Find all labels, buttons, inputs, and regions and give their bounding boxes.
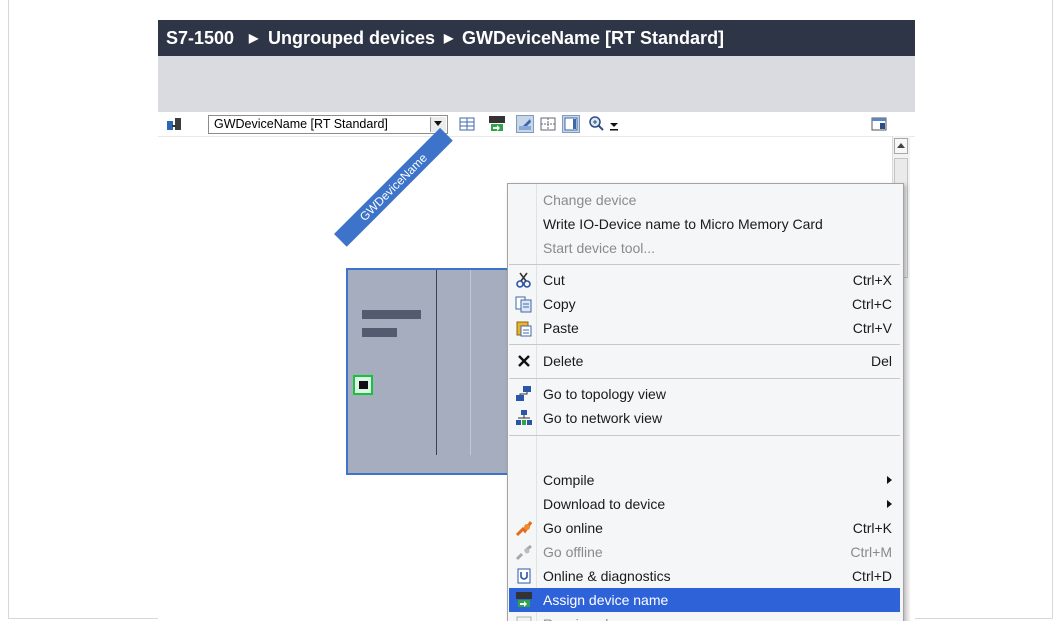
properties-panel-icon[interactable]: [870, 115, 888, 133]
device-module[interactable]: [346, 268, 516, 475]
header-band: [158, 56, 915, 112]
device-view-icon[interactable]: [165, 115, 183, 133]
menu-item-go-online[interactable]: Go online Ctrl+K: [509, 516, 900, 540]
scroll-up-icon[interactable]: [894, 138, 908, 154]
network-view-icon: [515, 409, 533, 427]
menu-item-delete[interactable]: Delete Del: [509, 349, 900, 373]
device-select-dropdown[interactable]: GWDeviceName [RT Standard]: [208, 115, 448, 134]
breadcrumb-separator-icon: ▶: [444, 31, 454, 45]
menu-item-cut[interactable]: Cut Ctrl+X: [509, 268, 900, 292]
device-select-value: GWDeviceName [RT Standard]: [214, 117, 388, 131]
menu-separator: [509, 264, 900, 265]
zoom-icon[interactable]: [588, 115, 606, 133]
breadcrumb: S7-1500 ▶ Ungrouped devices ▶ GWDeviceNa…: [158, 20, 915, 56]
breadcrumb-item-group[interactable]: Ungrouped devices: [268, 20, 435, 56]
menu-item-topology-view[interactable]: Go to topology view: [509, 382, 900, 406]
page-break-icon[interactable]: [539, 115, 557, 133]
device-view-window: S7-1500 ▶ Ungrouped devices ▶ GWDeviceNa…: [158, 20, 915, 621]
slot-divider: [470, 270, 471, 455]
assign-name-icon: [515, 591, 533, 609]
menu-item-change-device[interactable]: Change device: [509, 188, 900, 212]
submenu-arrow-icon: [887, 476, 892, 484]
menu-item-copy[interactable]: Copy Ctrl+C: [509, 292, 900, 316]
menu-item-start-device-tool[interactable]: Start device tool...: [509, 236, 900, 260]
go-offline-icon: [515, 543, 533, 561]
io-grid-icon[interactable]: [458, 115, 476, 133]
device-indicator-bar: [362, 310, 421, 319]
menu-item-paste[interactable]: Paste Ctrl+V: [509, 316, 900, 340]
context-menu: Change device Write IO-Device name to Mi…: [507, 183, 904, 621]
delete-x-icon: [515, 352, 533, 370]
menu-item-go-offline[interactable]: Go offline Ctrl+M: [509, 540, 900, 564]
menu-item-assign-device-name[interactable]: Assign device name: [509, 588, 900, 612]
device-view-toolbar: GWDeviceName [RT Standard]: [158, 112, 915, 137]
menu-item-download-to-device[interactable]: Download to device: [509, 492, 900, 516]
checkbox-icon: [515, 615, 533, 621]
submenu-arrow-icon: [887, 500, 892, 508]
network-port-icon[interactable]: [353, 375, 373, 395]
menu-item-receive-alarms[interactable]: Receive alarms: [509, 612, 900, 621]
assign-name-icon[interactable]: [488, 115, 506, 133]
paste-icon: [515, 319, 533, 337]
diagnostics-icon: [515, 567, 533, 585]
breadcrumb-separator-icon: ▶: [249, 31, 259, 45]
scissors-icon: [515, 271, 533, 289]
menu-separator: [509, 344, 900, 345]
go-online-icon: [515, 519, 533, 537]
slot-divider: [436, 270, 437, 455]
copy-icon: [515, 295, 533, 313]
breadcrumb-item-project[interactable]: S7-1500: [166, 20, 234, 56]
device-name-label[interactable]: GWDeviceName: [334, 127, 453, 247]
menu-item-write-device-name-mmc[interactable]: Write IO-Device name to Micro Memory Car…: [509, 212, 900, 236]
overview-icon[interactable]: [562, 115, 580, 133]
zoom-dropdown-icon[interactable]: [608, 115, 620, 133]
labels-icon[interactable]: [516, 115, 534, 133]
menu-item-network-view[interactable]: Go to network view: [509, 406, 900, 430]
menu-separator: [509, 435, 900, 436]
topology-view-icon: [515, 385, 533, 403]
menu-item-online-diagnostics[interactable]: Online & diagnostics Ctrl+D: [509, 564, 900, 588]
menu-item-compile[interactable]: Compile: [509, 468, 900, 492]
device-indicator-bar: [362, 328, 397, 337]
breadcrumb-item-device[interactable]: GWDeviceName [RT Standard]: [462, 20, 724, 56]
menu-separator: [509, 378, 900, 379]
